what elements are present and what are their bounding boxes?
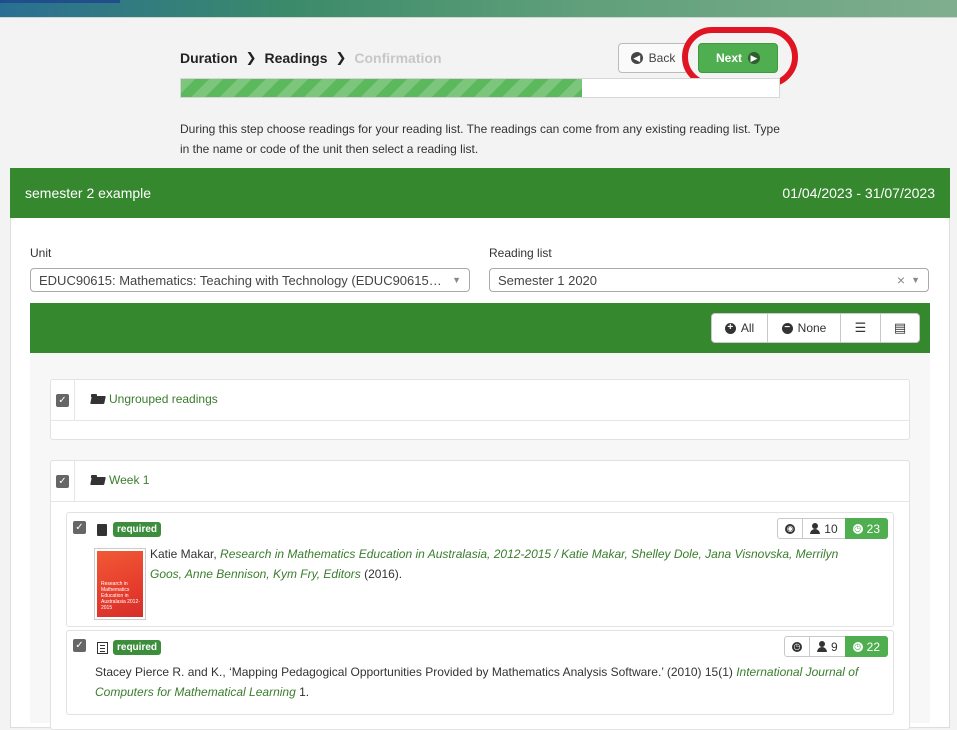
user-icon <box>810 523 821 534</box>
uses-stat[interactable]: ◷ 22 <box>844 636 888 657</box>
students-stat[interactable]: 9 <box>808 636 846 657</box>
uses-count: 22 <box>866 639 880 654</box>
citation-text: Stacey Pierce R. and K., ‘Mapping Pedago… <box>95 665 859 699</box>
step-confirmation: Confirmation <box>354 50 442 66</box>
clock-icon: ◷ <box>852 641 863 652</box>
clear-icon[interactable]: × <box>897 272 905 288</box>
group-title[interactable]: Ungrouped readings <box>109 392 218 406</box>
readings-toolbar: + All − None ☰ ▤ <box>30 303 930 353</box>
panel-header: semester 2 example 01/04/2023 - 31/07/20… <box>10 168 950 218</box>
detail-view-button[interactable]: ▤ <box>880 313 920 343</box>
top-banner <box>0 0 957 18</box>
item-stats: ◉ 10 ◷ 23 <box>777 518 888 539</box>
required-badge: required <box>113 640 162 655</box>
folder-open-icon <box>91 394 105 404</box>
list-view-button[interactable]: ☰ <box>840 313 881 343</box>
panel-title: semester 2 example <box>25 185 152 201</box>
item-checkbox[interactable]: ✓ <box>73 639 86 652</box>
select-none-label: None <box>797 321 827 335</box>
article-icon <box>97 642 108 654</box>
progress-bar <box>180 78 780 98</box>
chevron-right-icon: ❯ <box>245 50 257 65</box>
grid-list-icon: ▤ <box>893 320 907 335</box>
back-button[interactable]: ◀ Back <box>618 43 688 73</box>
caret-down-icon: ▼ <box>911 275 920 285</box>
minus-circle-icon: − <box>781 322 793 334</box>
select-all-button[interactable]: + All <box>711 313 768 343</box>
students-count: 10 <box>824 521 838 536</box>
item-checkbox[interactable]: ✓ <box>73 521 86 534</box>
globe-icon: ◉ <box>785 523 796 534</box>
reading-item: ✓ required ◷ 9 ◷ 22 Stacey Pierce R. and … <box>66 630 894 715</box>
required-badge: required <box>113 522 162 537</box>
select-none-button[interactable]: − None <box>767 313 841 343</box>
citation-text: Katie Makar, Research in Mathematics Edu… <box>150 547 839 581</box>
unit-select[interactable]: EDUC90615: Mathematics: Teaching with Te… <box>30 268 470 292</box>
item-stats: ◷ 9 ◷ 22 <box>783 636 888 657</box>
book-cover-image: Research in Mathematics Education in Aus… <box>95 549 145 619</box>
uses-count: 23 <box>866 521 880 536</box>
selection-button-group: + All − None ☰ ▤ <box>711 313 920 343</box>
plus-circle-icon: + <box>724 322 736 334</box>
step-duration: Duration <box>180 50 238 66</box>
list-icon: ☰ <box>854 320 867 335</box>
reading-item: ✓ required ◉ 10 ◷ 23 Research in Mathemat… <box>66 512 894 627</box>
select-all-label: All <box>740 321 755 335</box>
reading-list-label: Reading list <box>489 246 552 260</box>
group-checkbox[interactable]: ✓ <box>56 394 69 407</box>
back-button-label: Back <box>648 51 676 65</box>
panel-dates: 01/04/2023 - 31/07/2023 <box>782 185 935 201</box>
clock-icon: ◷ <box>791 641 802 652</box>
help-text: During this step choose readings for you… <box>180 122 780 156</box>
group-ungrouped: ✓ Ungrouped readings <box>50 379 910 440</box>
user-icon <box>816 641 827 652</box>
citation-title[interactable]: Research in Mathematics Education in Aus… <box>150 547 838 581</box>
chevron-right-icon: ❯ <box>335 50 347 65</box>
clock-icon: ◷ <box>852 523 863 534</box>
students-count: 9 <box>830 639 838 654</box>
reading-list-select-value: Semester 1 2020 <box>498 272 598 288</box>
reading-list-select[interactable]: Semester 1 2020 × ▼ <box>489 268 929 292</box>
group-checkbox[interactable]: ✓ <box>56 475 69 488</box>
online-stat[interactable]: ◉ <box>777 518 804 539</box>
progress-fill <box>181 79 582 97</box>
folder-open-icon <box>91 475 105 485</box>
uses-stat[interactable]: ◷ 23 <box>844 518 888 539</box>
group-title[interactable]: Week 1 <box>109 473 149 487</box>
unit-select-value: EDUC90615: Mathematics: Teaching with Te… <box>39 272 442 288</box>
step-readings: Readings <box>264 50 328 66</box>
wizard-steps: Duration ❯ Readings ❯ Confirmation <box>180 50 442 66</box>
book-icon <box>97 524 107 536</box>
circle-arrow-left-icon: ◀ <box>630 52 643 64</box>
students-stat[interactable]: 10 <box>802 518 846 539</box>
status-stat[interactable]: ◷ <box>783 636 810 657</box>
caret-down-icon: ▼ <box>452 275 461 285</box>
unit-label: Unit <box>30 246 52 260</box>
